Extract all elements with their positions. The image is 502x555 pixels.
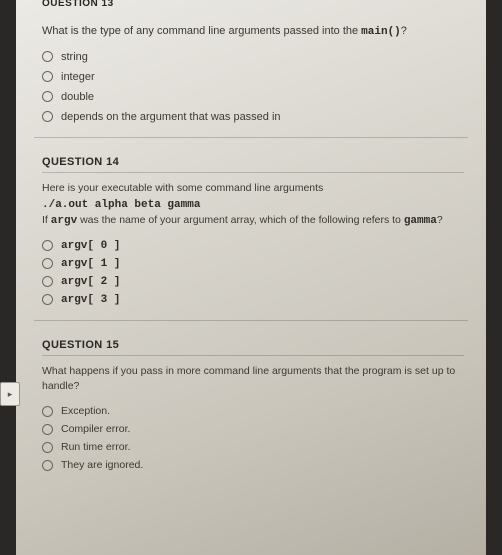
q13-options: string integer double depends on the arg… <box>42 51 464 123</box>
q14-line2-pre: If <box>42 214 51 226</box>
radio-icon <box>42 51 53 62</box>
chevron-right-icon: ▸ <box>8 389 13 400</box>
question-14: QUESTION 14 Here is your executable with… <box>16 138 486 320</box>
radio-icon <box>42 276 53 287</box>
q13-option-1-label: integer <box>61 71 95 83</box>
q15-option-3[interactable]: They are ignored. <box>42 459 464 471</box>
side-tab-handle[interactable]: ▸ <box>0 382 20 406</box>
radio-icon <box>42 460 53 471</box>
radio-icon <box>42 258 53 269</box>
q14-option-0-label: argv[ 0 ] <box>61 240 120 252</box>
question-13: What is the type of any command line arg… <box>16 6 486 137</box>
q15-option-0[interactable]: Exception. <box>42 405 464 417</box>
q15-stem: What happens if you pass in more command… <box>42 364 464 396</box>
q13-option-0-label: string <box>61 51 88 63</box>
q15-title: QUESTION 15 <box>42 339 464 356</box>
question-15: QUESTION 15 What happens if you pass in … <box>16 321 486 486</box>
q14-option-3[interactable]: argv[ 3 ] <box>42 294 464 306</box>
q13-stem-pre: What is the type of any command line arg… <box>42 25 361 37</box>
q13-option-3-label: depends on the argument that was passed … <box>61 111 281 123</box>
q13-option-0[interactable]: string <box>42 51 464 63</box>
radio-icon <box>42 442 53 453</box>
q14-line2-mid: was the name of your argument array, whi… <box>77 214 404 226</box>
radio-icon <box>42 424 53 435</box>
q15-option-1-label: Compiler error. <box>61 423 130 435</box>
q13-option-3[interactable]: depends on the argument that was passed … <box>42 111 464 123</box>
q13-stem: What is the type of any command line arg… <box>42 24 464 41</box>
q14-option-2-label: argv[ 2 ] <box>61 276 120 288</box>
q15-option-2[interactable]: Run time error. <box>42 441 464 453</box>
q13-stem-code: main() <box>361 26 401 38</box>
q14-option-1[interactable]: argv[ 1 ] <box>42 258 464 270</box>
page: QUESTION 13 What is the type of any comm… <box>16 0 486 555</box>
q13-option-2-label: double <box>61 91 94 103</box>
radio-icon <box>42 294 53 305</box>
radio-icon <box>42 71 53 82</box>
q14-stem: Here is your executable with some comman… <box>42 181 464 230</box>
q15-options: Exception. Compiler error. Run time erro… <box>42 405 464 471</box>
q14-cmd: ./a.out alpha beta gamma <box>42 199 200 211</box>
q14-line2-post: ? <box>437 214 443 226</box>
q15-option-3-label: They are ignored. <box>61 459 143 471</box>
q14-line1: Here is your executable with some comman… <box>42 182 323 194</box>
q14-option-3-label: argv[ 3 ] <box>61 294 120 306</box>
q14-option-1-label: argv[ 1 ] <box>61 258 120 270</box>
q14-line2-code2: gamma <box>404 215 437 227</box>
radio-icon <box>42 406 53 417</box>
q13-stem-post: ? <box>401 25 407 37</box>
q15-option-1[interactable]: Compiler error. <box>42 423 464 435</box>
radio-icon <box>42 111 53 122</box>
q14-title: QUESTION 14 <box>42 156 464 173</box>
q14-option-2[interactable]: argv[ 2 ] <box>42 276 464 288</box>
q15-option-2-label: Run time error. <box>61 441 130 453</box>
q13-option-2[interactable]: double <box>42 91 464 103</box>
q14-option-0[interactable]: argv[ 0 ] <box>42 240 464 252</box>
q15-option-0-label: Exception. <box>61 405 110 417</box>
q14-options: argv[ 0 ] argv[ 1 ] argv[ 2 ] argv[ 3 ] <box>42 240 464 306</box>
radio-icon <box>42 91 53 102</box>
q13-option-1[interactable]: integer <box>42 71 464 83</box>
q14-line2-code1: argv <box>51 215 77 227</box>
radio-icon <box>42 240 53 251</box>
